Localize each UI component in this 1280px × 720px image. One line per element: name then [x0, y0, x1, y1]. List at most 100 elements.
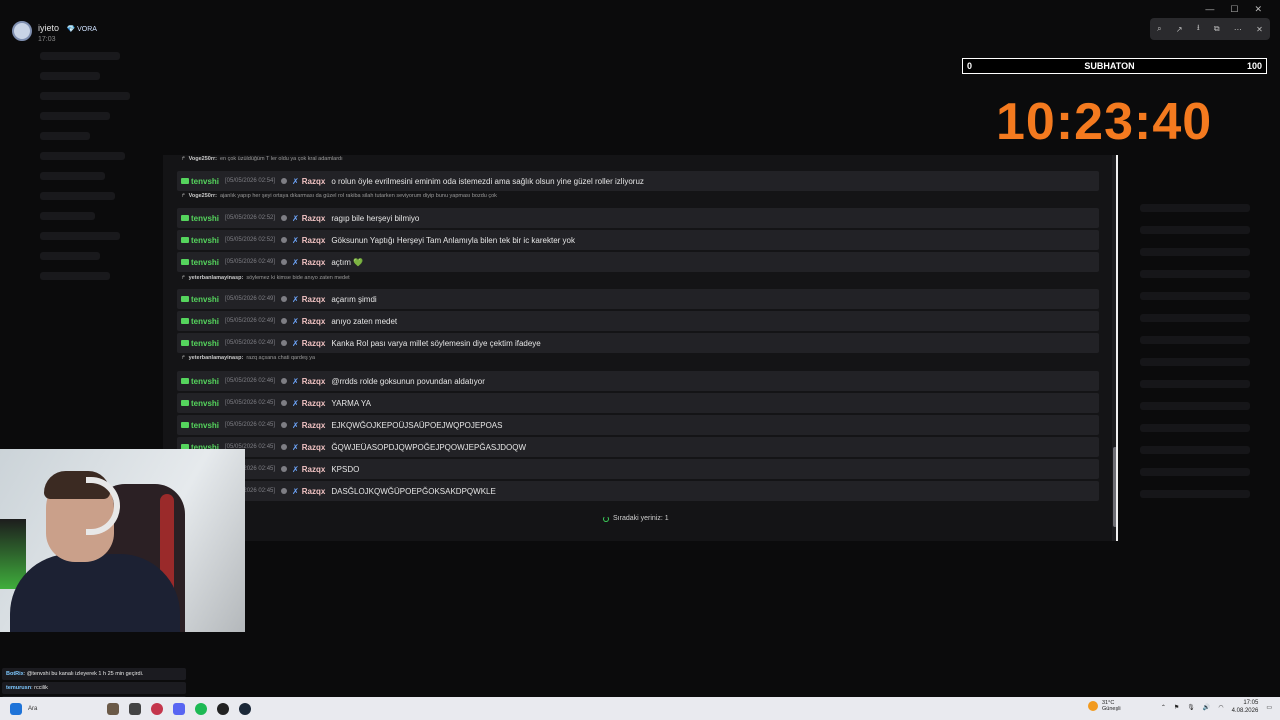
sword-icon: ✗	[292, 464, 299, 474]
wifi-icon[interactable]: ◠	[1218, 704, 1223, 711]
chat-message: tenvshi [05/05/2026 02:45] ✗ Razqx ĞQWJEÜASO…	[177, 437, 1099, 457]
maximize-icon[interactable]: ☐	[1230, 4, 1238, 15]
message-date: [05/05/2026 02:45]	[225, 400, 276, 406]
message-author[interactable]: Razqx	[302, 487, 326, 496]
clock[interactable]: 17:05 4.08.2026	[1232, 699, 1259, 715]
webcam-feed	[0, 449, 245, 632]
subhaton-label: SUBHATON	[1084, 61, 1135, 71]
message-date: [05/05/2026 02:52]	[225, 215, 276, 221]
chat-message: tenvshi [05/05/2026 02:49] ✗ Razqx açarım şi…	[177, 289, 1099, 309]
message-username[interactable]: tenvshi	[181, 236, 219, 245]
message-text: YARMA YA	[331, 398, 371, 408]
status-dot-icon	[281, 259, 288, 265]
message-author[interactable]: Razqx	[302, 177, 326, 186]
volume-icon[interactable]: 🔊	[1203, 704, 1210, 711]
sword-icon: ✗	[292, 420, 299, 430]
taskbar-search[interactable]: Ara	[28, 706, 37, 712]
message-author[interactable]: Razqx	[302, 377, 326, 386]
spotify-icon[interactable]	[195, 702, 208, 715]
chat-message: tenvshi [05/05/2026 02:52] ✗ Razqx Göksunun …	[177, 230, 1099, 250]
folder-icon[interactable]	[129, 702, 142, 715]
notification-icon[interactable]: ▭	[1266, 704, 1272, 711]
sword-icon: ✗	[292, 398, 299, 408]
weather-widget[interactable]: 31°C Güneşli	[1088, 700, 1121, 712]
chat-message: tenvshi [05/05/2026 02:49] ✗ Razqx açtım 💚	[177, 252, 1099, 272]
message-author[interactable]: Razqx	[302, 236, 326, 245]
mic-icon[interactable]: 🎙	[1187, 704, 1195, 711]
queue-status: Sıradaki yeriniz: 1	[603, 515, 669, 522]
message-text: Göksunun Yaptığı Herşeyi Tam Anlamıyla b…	[331, 235, 575, 245]
status-dot-icon	[281, 178, 288, 184]
message-text: o rolun öyle evrilmesini eminim oda iste…	[331, 176, 644, 186]
message-author[interactable]: Razqx	[302, 443, 326, 452]
message-username[interactable]: tenvshi	[181, 377, 219, 386]
chat-message: tenvshi [05/05/2026 02:54] ✗ Razqx o rolun ö…	[177, 171, 1099, 191]
user-badge-icon	[181, 378, 189, 384]
network-icon[interactable]: ⚑	[1174, 704, 1179, 711]
open-external-icon[interactable]: ⧉	[1214, 24, 1220, 34]
close-icon[interactable]: ✕	[1254, 4, 1262, 15]
download-icon[interactable]: ⭳	[1197, 22, 1200, 36]
user-badge-icon	[181, 422, 189, 428]
message-username[interactable]: tenvshi	[181, 339, 219, 348]
message-date: [05/05/2026 02:45]	[225, 422, 276, 428]
message-date: [05/05/2026 02:49]	[225, 259, 276, 265]
message-date: [05/05/2026 02:49]	[225, 340, 276, 346]
zoom-icon[interactable]: ⌕	[1157, 24, 1161, 34]
status-dot-icon	[281, 400, 288, 406]
status-dot-icon	[281, 340, 288, 346]
background-sidebar	[0, 40, 160, 460]
more-icon[interactable]: ⋯	[1234, 25, 1242, 34]
message-username[interactable]: tenvshi	[181, 295, 219, 304]
opera-icon[interactable]	[151, 702, 164, 715]
message-username[interactable]: tenvshi	[181, 258, 219, 267]
message-author[interactable]: Razqx	[302, 295, 326, 304]
message-author[interactable]: Razqx	[302, 339, 326, 348]
message-author[interactable]: Razqx	[302, 317, 326, 326]
message-date: [05/05/2026 02:49]	[225, 296, 276, 302]
minimize-icon[interactable]: —	[1205, 4, 1214, 15]
subhaton-min: 0	[967, 61, 973, 71]
message-date: [05/05/2026 02:52]	[225, 237, 276, 243]
message-text: KPSDO	[331, 464, 360, 474]
message-author[interactable]: Razqx	[302, 258, 326, 267]
message-username[interactable]: tenvshi	[181, 399, 219, 408]
status-dot-icon	[281, 237, 288, 243]
streamer-header: iyieto 💎 VORA 17:03	[12, 18, 97, 43]
reply-preview: ↱ yeterbanlamayinasp: söylemez ki kimse bi…	[181, 275, 350, 281]
close-viewer-icon[interactable]: ✕	[1256, 25, 1263, 34]
chat-message: tenvshi [05/05/2026 02:45] ✗ Razqx YARMA YA	[177, 393, 1099, 413]
weather-desc: Güneşli	[1102, 706, 1121, 712]
message-username[interactable]: tenvshi	[181, 177, 219, 186]
message-date: [05/05/2026 02:54]	[225, 178, 276, 184]
taskbar: Ara 31°C Güneşli ⌃ ⚑ 🎙 🔊 ◠ 17:05 4.08.20…	[0, 697, 1280, 720]
status-dot-icon	[281, 444, 288, 450]
panel-edge	[1116, 155, 1118, 541]
message-username[interactable]: tenvshi	[181, 317, 219, 326]
chat-message: tenvshi [05/05/2026 02:46] ✗ Razqx @rrdds ro…	[177, 371, 1099, 391]
discord-icon[interactable]	[173, 702, 186, 715]
message-author[interactable]: Razqx	[302, 399, 326, 408]
sun-icon	[1088, 701, 1098, 711]
share-icon[interactable]: ↗	[1176, 25, 1183, 34]
message-author[interactable]: Razqx	[302, 214, 326, 223]
start-icon[interactable]	[10, 702, 22, 715]
message-text: anıyo zaten medet	[331, 316, 398, 326]
app-icon[interactable]	[107, 702, 120, 715]
sword-icon: ✗	[292, 235, 299, 245]
status-dot-icon	[281, 318, 288, 324]
sword-icon: ✗	[292, 486, 299, 496]
message-username[interactable]: tenvshi	[181, 214, 219, 223]
reply-preview: ↱ yeterbanlamayinasp: razq açsana chati qa…	[181, 355, 316, 361]
reply-preview: ↱ Voge250rr: en çok üzüldüğüm T ler oldu y…	[181, 156, 343, 162]
message-author[interactable]: Razqx	[302, 421, 326, 430]
message-author[interactable]: Razqx	[302, 465, 326, 474]
chevron-up-icon[interactable]: ⌃	[1161, 704, 1166, 711]
sword-icon: ✗	[292, 294, 299, 304]
message-username[interactable]: tenvshi	[181, 421, 219, 430]
streamer-avatar	[12, 20, 32, 41]
sword-icon: ✗	[292, 316, 299, 326]
message-text: açtım 💚	[331, 257, 364, 267]
steam-icon[interactable]	[239, 702, 252, 715]
obs-icon[interactable]	[217, 702, 230, 715]
